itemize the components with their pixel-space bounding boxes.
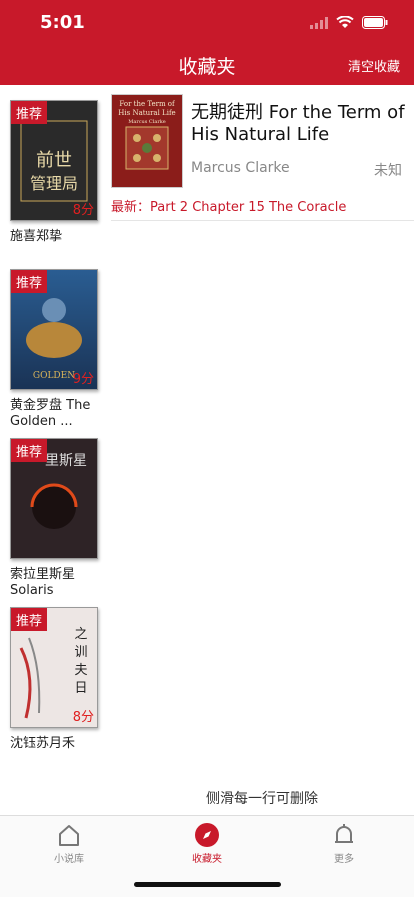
book-cover[interactable]: 前世管理局 推荐 8分 (10, 100, 98, 221)
tab-more[interactable]: 更多 (304, 822, 384, 865)
svg-text:管理局: 管理局 (30, 174, 78, 193)
score-label: 9分 (72, 372, 94, 387)
status-icons (310, 14, 388, 33)
book-title[interactable]: 沈钰苏月禾 (10, 736, 98, 752)
book-cover[interactable]: 里斯星 推荐 (10, 438, 98, 559)
svg-text:His Natural Life: His Natural Life (118, 109, 175, 117)
tab-library[interactable]: 小说库 (29, 822, 109, 865)
favorite-cover[interactable]: For the Term of His Natural Life Marcus … (111, 94, 183, 188)
favorite-title[interactable]: 无期徒刑 For the Term of His Natural Life (191, 102, 406, 146)
sidebar-book[interactable]: 之训夫日 推荐 8分 沈钰苏月禾 (10, 607, 98, 752)
home-icon (56, 822, 82, 848)
book-title[interactable]: 索拉里斯星 Solaris (10, 567, 98, 599)
svg-text:GOLDEN: GOLDEN (33, 371, 75, 381)
header: 5:01 收藏夹 清空收藏 (0, 0, 414, 85)
tab-label: 更多 (334, 854, 354, 865)
sidebar-book[interactable]: 里斯星 推荐 索拉里斯星 Solaris (10, 438, 98, 599)
recommend-badge: 推荐 (11, 608, 48, 631)
tab-label: 收藏夹 (192, 854, 222, 865)
sidebar-book[interactable]: 前世管理局 推荐 8分 施喜郑挚 (10, 100, 98, 245)
book-cover[interactable]: GOLDEN 推荐 9分 (10, 269, 98, 390)
favorite-author: Marcus Clarke (191, 160, 290, 176)
recommend-badge: 推荐 (11, 439, 48, 462)
home-indicator (134, 882, 281, 887)
svg-text:日: 日 (74, 681, 87, 696)
latest-chapter[interactable]: 最新：Part 2 Chapter 15 The Coracle (111, 196, 346, 215)
clear-favorites-button[interactable]: 清空收藏 (348, 56, 400, 75)
svg-text:训: 训 (74, 645, 87, 660)
tab-favorites[interactable]: 收藏夹 (167, 822, 247, 865)
sidebar-book[interactable]: GOLDEN 推荐 9分 黄金罗盘 The Golden ... (10, 269, 98, 430)
signal-icon (310, 14, 328, 33)
wifi-icon (336, 14, 354, 33)
recommend-badge: 推荐 (11, 101, 48, 124)
battery-icon (362, 14, 388, 33)
svg-text:里斯星: 里斯星 (45, 453, 87, 469)
tab-label: 小说库 (54, 854, 84, 865)
swipe-hint: 侧滑每一行可删除 (206, 791, 318, 807)
svg-text:夫: 夫 (74, 663, 87, 678)
book-cover[interactable]: 之训夫日 推荐 8分 (10, 607, 98, 728)
score-label: 8分 (72, 203, 94, 218)
svg-text:之: 之 (74, 627, 87, 642)
book-title[interactable]: 施喜郑挚 (10, 229, 98, 245)
bell-icon (331, 822, 357, 848)
svg-text:Marcus Clarke: Marcus Clarke (128, 119, 165, 125)
favorite-status: 未知 (374, 163, 402, 179)
recommend-badge: 推荐 (11, 270, 48, 293)
compass-icon (194, 822, 220, 848)
svg-text:For the Term of: For the Term of (119, 100, 176, 108)
svg-text:前世: 前世 (36, 150, 72, 171)
status-time: 5:01 (40, 12, 85, 33)
favorite-row[interactable]: For the Term of His Natural Life Marcus … (111, 94, 414, 221)
score-label: 8分 (72, 710, 94, 725)
book-title[interactable]: 黄金罗盘 The Golden ... (10, 398, 98, 430)
